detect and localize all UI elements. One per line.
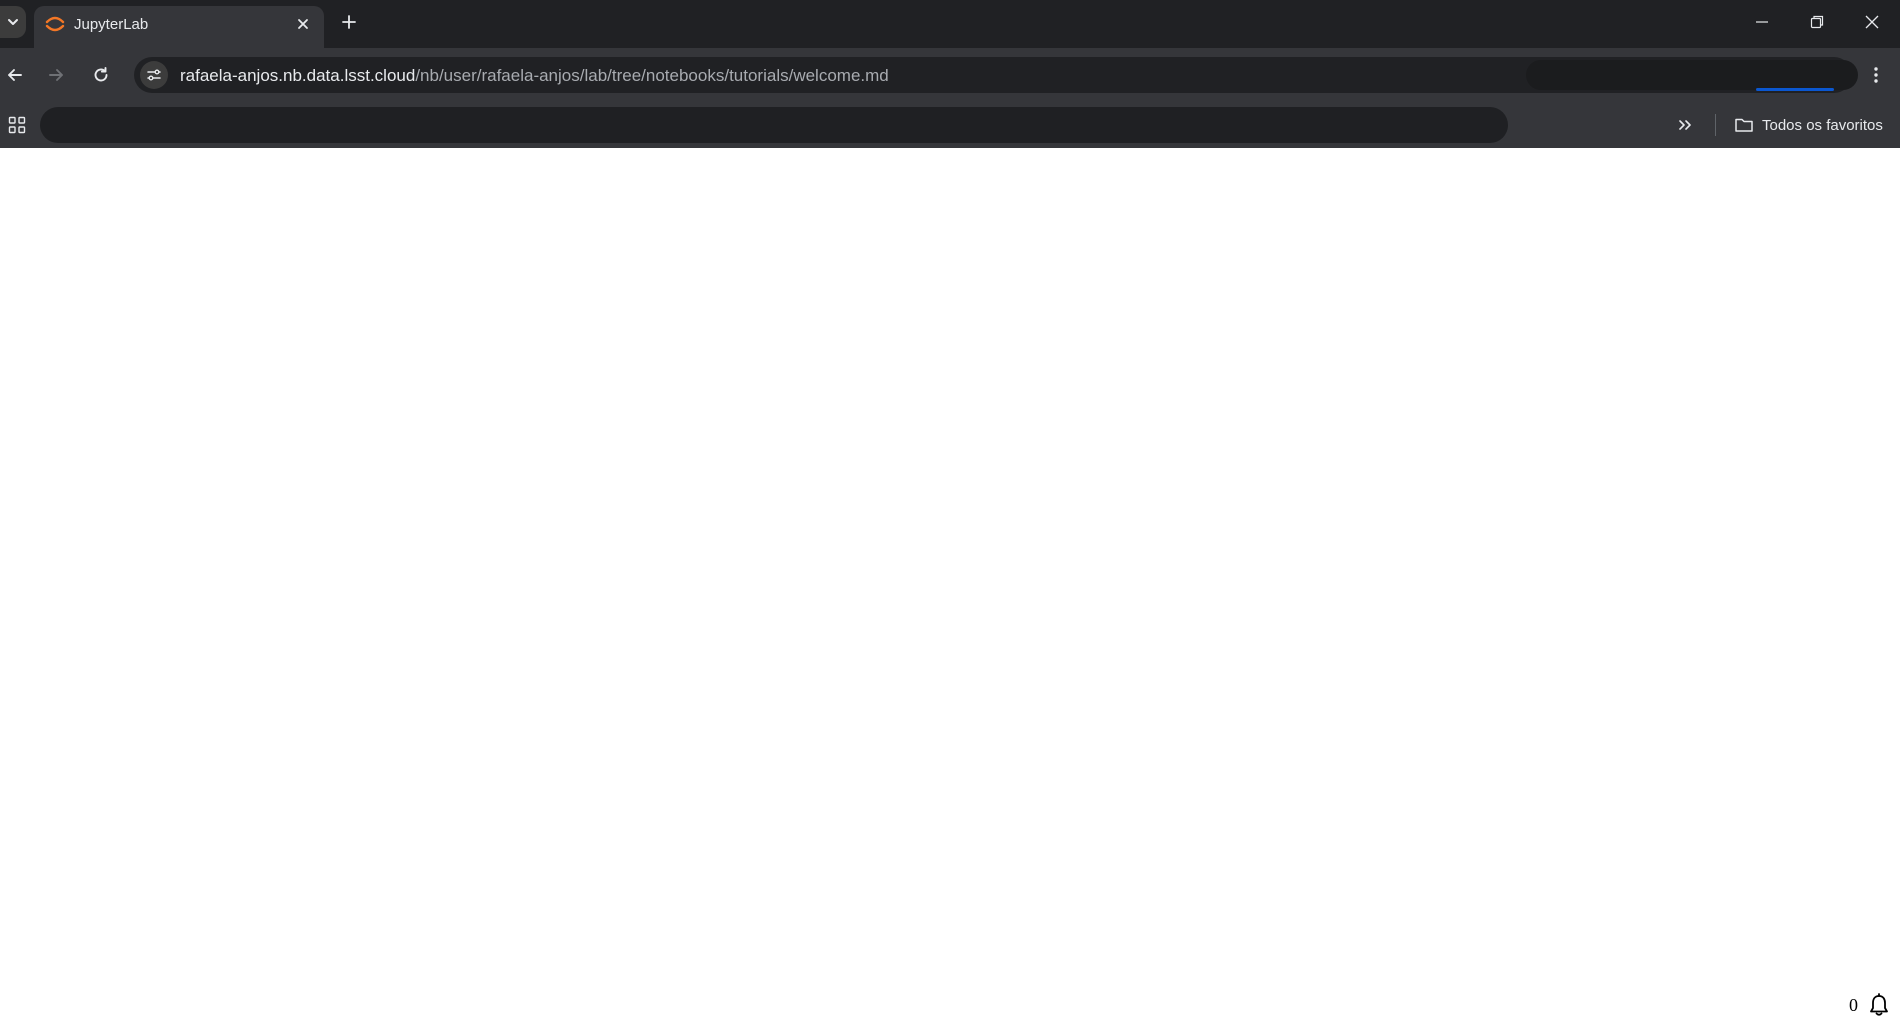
- all-bookmarks-label: Todos os favoritos: [1762, 116, 1883, 134]
- bookmarks-divider: [1715, 114, 1716, 136]
- bookmarks-bar: Todos os favoritos: [0, 102, 1900, 148]
- all-bookmarks-button[interactable]: Todos os favoritos: [1734, 112, 1883, 138]
- jupyter-icon: [44, 13, 66, 35]
- notification-indicator[interactable]: 0: [1849, 992, 1890, 1018]
- bookmarks-overflow-button[interactable]: [1672, 112, 1698, 138]
- browser-menu-button[interactable]: [1862, 60, 1890, 90]
- tune-icon: [146, 67, 162, 83]
- redacted-bookmarks: [40, 107, 1508, 143]
- new-tab-button[interactable]: [335, 8, 363, 36]
- close-icon: [1865, 15, 1879, 29]
- restore-icon: [1810, 15, 1824, 29]
- close-tab-icon[interactable]: [292, 13, 314, 35]
- url-text[interactable]: rafaela-anjos.nb.data.lsst.cloud/nb/user…: [180, 66, 889, 86]
- arrow-left-icon: [6, 66, 24, 84]
- page-content: 0: [0, 148, 1900, 1018]
- reload-icon: [92, 66, 110, 84]
- close-window-button[interactable]: [1844, 0, 1900, 44]
- tab-search-button[interactable]: [0, 6, 26, 38]
- browser-tab[interactable]: JupyterLab: [34, 6, 324, 48]
- minimize-button[interactable]: [1734, 0, 1790, 44]
- arrow-right-icon: [47, 66, 65, 84]
- browser-toolbar: rafaela-anjos.nb.data.lsst.cloud/nb/user…: [0, 48, 1900, 102]
- plus-icon: [341, 14, 357, 30]
- apps-button[interactable]: [4, 112, 30, 138]
- restore-button[interactable]: [1789, 0, 1845, 44]
- redacted-extensions-area: [1526, 60, 1858, 90]
- forward-button[interactable]: [41, 60, 71, 90]
- site-info-button[interactable]: [140, 61, 168, 89]
- tab-title: JupyterLab: [74, 16, 149, 33]
- address-bar[interactable]: rafaela-anjos.nb.data.lsst.cloud/nb/user…: [134, 57, 1858, 93]
- url-path: /nb/user/rafaela-anjos/lab/tree/notebook…: [415, 66, 889, 85]
- folder-icon: [1734, 116, 1754, 134]
- more-vertical-icon: [1873, 66, 1879, 84]
- url-host: rafaela-anjos.nb.data.lsst.cloud: [180, 66, 416, 85]
- redacted-accent-bar: [1756, 88, 1834, 91]
- reload-button[interactable]: [86, 60, 116, 90]
- notification-count: 0: [1849, 994, 1858, 1015]
- chevron-down-icon: [6, 15, 20, 29]
- apps-grid-icon: [8, 116, 26, 134]
- bell-icon: [1868, 993, 1890, 1017]
- tab-strip: JupyterLab: [0, 0, 1900, 48]
- back-button[interactable]: [0, 60, 30, 90]
- chevron-double-right-icon: [1677, 117, 1693, 133]
- minimize-icon: [1755, 15, 1769, 29]
